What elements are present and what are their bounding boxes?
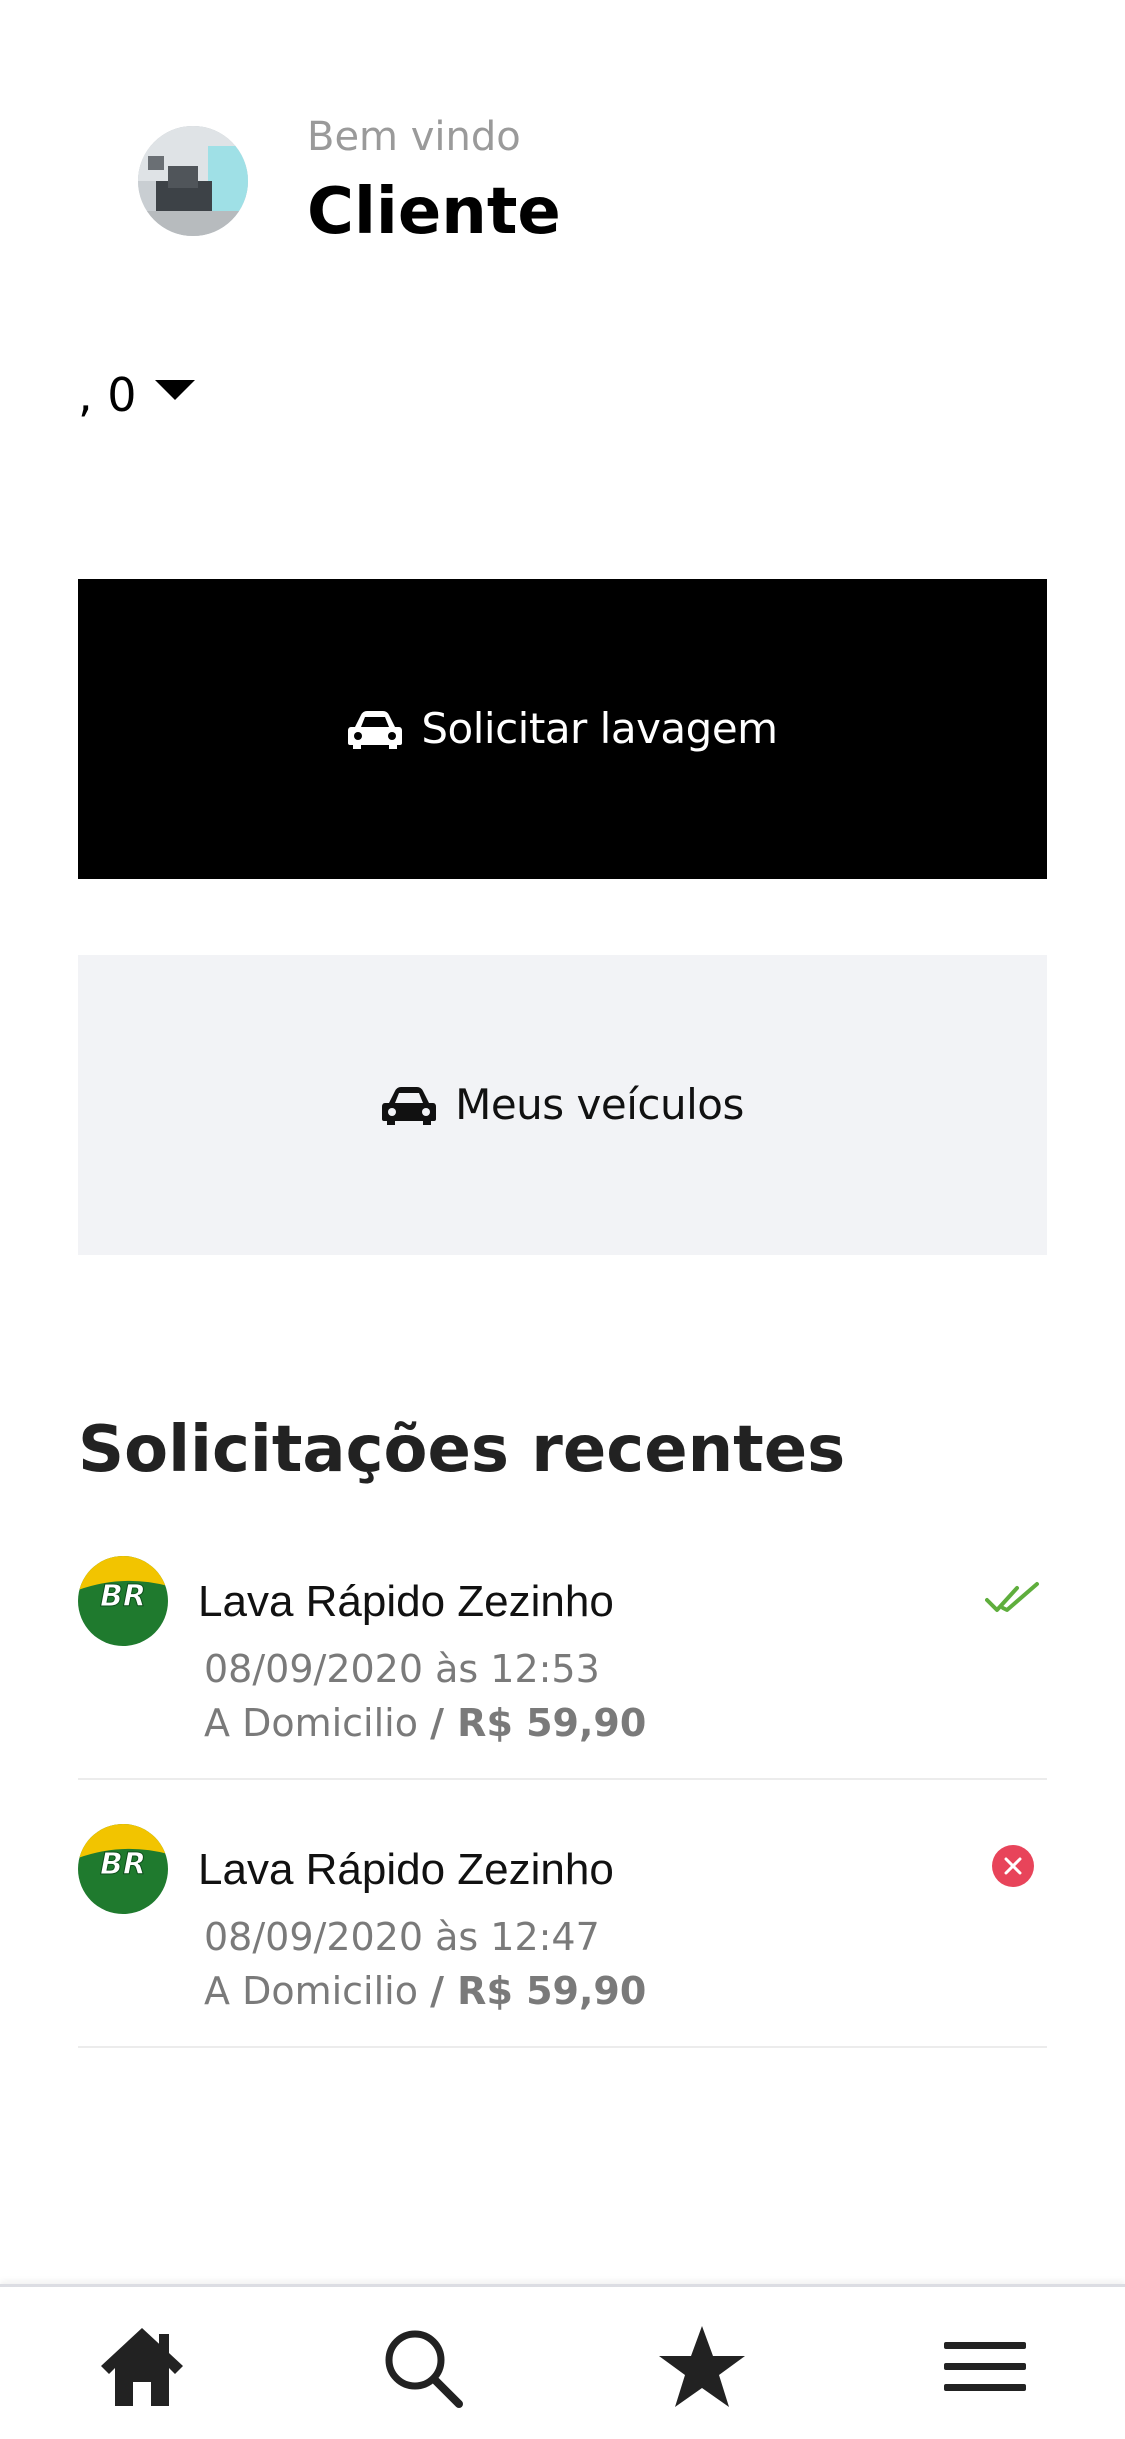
star-icon bbox=[657, 2322, 747, 2412]
my-vehicles-label: Meus veículos bbox=[455, 1080, 744, 1129]
request-wash-label: Solicitar lavagem bbox=[421, 704, 778, 753]
nav-favorites[interactable] bbox=[652, 2317, 752, 2417]
user-name: Cliente bbox=[307, 175, 561, 249]
logo-lettering: BR bbox=[100, 1579, 146, 1614]
avatar[interactable] bbox=[138, 126, 248, 236]
service-type: A Domicilio bbox=[204, 1701, 418, 1745]
list-item[interactable]: BR Lava Rápido Zezinho 08/09/2020 às 12:… bbox=[78, 1780, 1047, 2048]
provider-name: Lava Rápido Zezinho bbox=[198, 1845, 614, 1894]
bottom-navigation bbox=[0, 2284, 1125, 2439]
home-icon bbox=[97, 2322, 187, 2412]
selector-value: , 0 bbox=[78, 368, 137, 422]
logo-lettering: BR bbox=[100, 1847, 146, 1882]
welcome-text: Bem vindo bbox=[307, 114, 521, 160]
cancel-circle-icon bbox=[985, 1838, 1041, 1894]
menu-icon bbox=[940, 2322, 1030, 2412]
price: / R$ 59,90 bbox=[430, 1969, 647, 2013]
provider-logo: BR bbox=[78, 1824, 168, 1914]
list-item[interactable]: BR Lava Rápido Zezinho 08/09/2020 às 12:… bbox=[78, 1512, 1047, 1780]
car-icon bbox=[381, 1085, 437, 1125]
request-wash-button[interactable]: Solicitar lavagem bbox=[78, 579, 1047, 879]
vehicle-selector[interactable]: , 0 bbox=[78, 360, 195, 430]
recent-requests-title: Solicitações recentes bbox=[78, 1413, 846, 1487]
request-detail: A Domicilio / R$ 59,90 bbox=[204, 1698, 646, 1748]
nav-menu[interactable] bbox=[935, 2317, 1035, 2417]
double-check-icon bbox=[985, 1570, 1041, 1626]
my-vehicles-button[interactable]: Meus veículos bbox=[78, 955, 1047, 1255]
car-icon bbox=[347, 709, 403, 749]
request-datetime: 08/09/2020 às 12:47 bbox=[204, 1915, 600, 1959]
nav-home[interactable] bbox=[92, 2317, 192, 2417]
nav-search[interactable] bbox=[372, 2317, 472, 2417]
request-detail: A Domicilio / R$ 59,90 bbox=[204, 1966, 646, 2016]
search-icon bbox=[377, 2322, 467, 2412]
caret-down-icon bbox=[154, 380, 195, 400]
provider-name: Lava Rápido Zezinho bbox=[198, 1577, 614, 1626]
provider-logo: BR bbox=[78, 1556, 168, 1646]
request-datetime: 08/09/2020 às 12:53 bbox=[204, 1647, 600, 1691]
service-type: A Domicilio bbox=[204, 1969, 418, 2013]
price: / R$ 59,90 bbox=[430, 1701, 647, 1745]
